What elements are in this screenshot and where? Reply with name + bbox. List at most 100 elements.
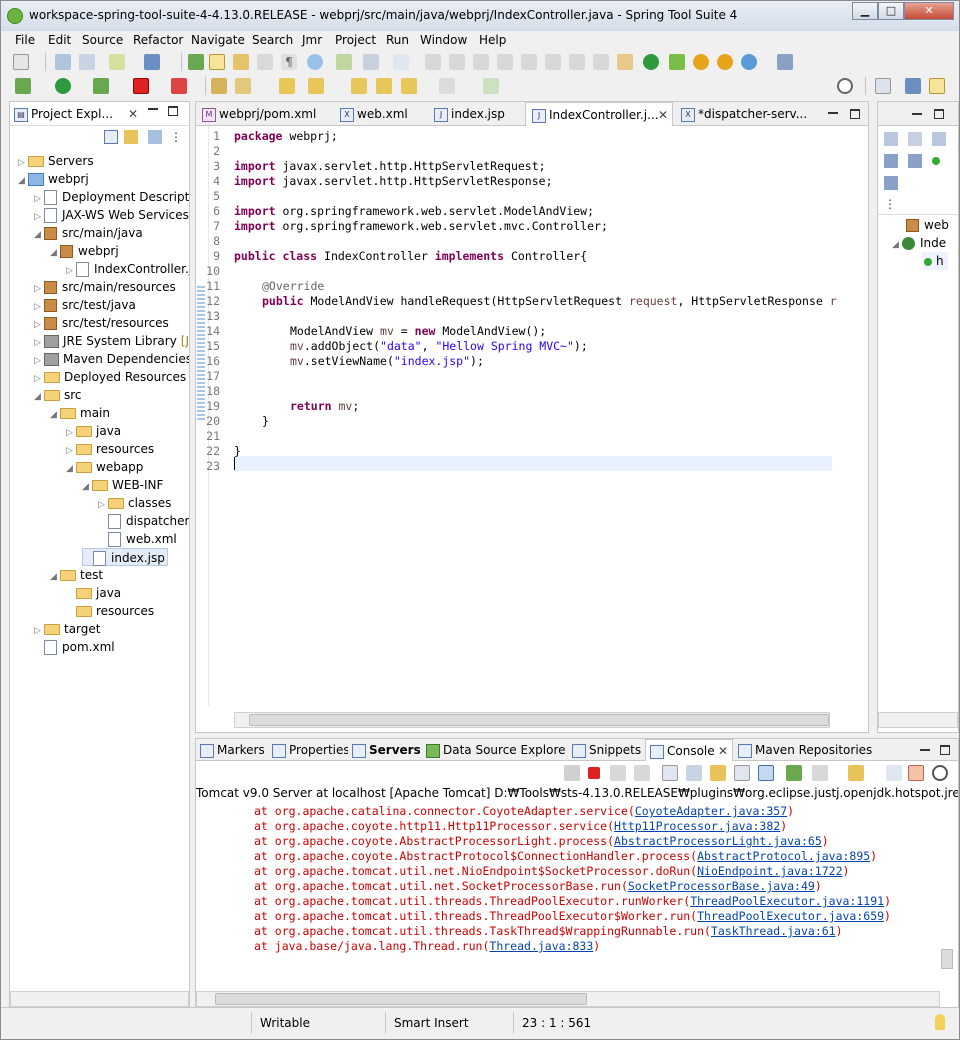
- tab-snippets[interactable]: Snippets: [572, 739, 642, 761]
- console-icon[interactable]: [363, 54, 379, 70]
- open-type-icon[interactable]: [211, 78, 227, 94]
- skip-breakpoints-icon[interactable]: [393, 54, 409, 70]
- console-hscrollbar[interactable]: [196, 991, 940, 1007]
- tab-index-controller[interactable]: J IndexController.j... ✕: [525, 102, 673, 126]
- next-annotation-icon[interactable]: [279, 78, 295, 94]
- maximize-icon[interactable]: [168, 106, 178, 116]
- tree-item[interactable]: index.jsp: [82, 548, 168, 566]
- tab-servers[interactable]: Servers: [352, 739, 420, 761]
- explorer-hscrollbar[interactable]: [10, 991, 189, 1007]
- network-icon[interactable]: [777, 54, 793, 70]
- stacktrace-link[interactable]: Http11Processor.java:382: [614, 819, 780, 833]
- stop-icon[interactable]: [133, 78, 149, 94]
- scroll-lock-icon[interactable]: [686, 765, 702, 781]
- link-editor-icon[interactable]: [124, 130, 138, 144]
- block-select-icon[interactable]: [257, 54, 273, 70]
- view-menu-icon[interactable]: ⋮: [170, 130, 182, 144]
- menu-project[interactable]: Project: [335, 33, 376, 47]
- tab-properties[interactable]: Properties: [272, 739, 348, 761]
- step-over-icon[interactable]: [545, 54, 561, 70]
- step-filter-icon[interactable]: [617, 54, 633, 70]
- menu-source[interactable]: Source: [82, 33, 123, 47]
- step-into-icon[interactable]: [521, 54, 537, 70]
- toggle-breadcrumb-icon[interactable]: [233, 54, 249, 70]
- stacktrace-link[interactable]: TaskThread.java:61: [711, 924, 836, 938]
- tree-item[interactable]: ◢ src/main/java: [34, 224, 143, 242]
- menu-window[interactable]: Window: [420, 33, 467, 47]
- maximize-icon[interactable]: [940, 745, 950, 755]
- tree-item[interactable]: ▷ src/test/resources: [34, 314, 169, 332]
- outline-item[interactable]: ◢ Inde: [892, 234, 946, 252]
- help-contents-icon[interactable]: [693, 54, 709, 70]
- suspend-icon[interactable]: [449, 54, 465, 70]
- hide-static-icon[interactable]: [932, 132, 946, 146]
- tree-item[interactable]: pom.xml: [34, 638, 115, 656]
- display-console-icon[interactable]: [812, 765, 828, 781]
- tree-item[interactable]: dispatcher-: [98, 512, 189, 530]
- tree-item[interactable]: ▷ IndexController.ja: [66, 260, 189, 278]
- link-editor-icon[interactable]: [884, 176, 898, 190]
- tab-dispatcher-servlet[interactable]: X *dispatcher-serv...: [675, 102, 815, 126]
- tree-item[interactable]: ▷ Deployment Descriptor: [34, 188, 189, 206]
- stacktrace-link[interactable]: SocketProcessorBase.java:49: [628, 879, 815, 893]
- settings-gear-icon[interactable]: [932, 765, 948, 781]
- outline-hscrollbar[interactable]: [878, 712, 958, 728]
- globe-icon[interactable]: [307, 54, 323, 70]
- new-icon[interactable]: [13, 54, 29, 70]
- hide-fields-icon[interactable]: [908, 132, 922, 146]
- tree-item[interactable]: ▷ java: [66, 422, 121, 440]
- minimize-console-icon[interactable]: [886, 765, 902, 781]
- search-task-icon[interactable]: [235, 78, 251, 94]
- menu-search[interactable]: Search: [252, 33, 293, 47]
- debug-run-icon[interactable]: [15, 78, 31, 94]
- remove-launch-icon[interactable]: [610, 765, 626, 781]
- menu-edit[interactable]: Edit: [48, 33, 71, 47]
- tree-item[interactable]: ▷ classes: [98, 494, 171, 512]
- tree-item[interactable]: ▷ target: [34, 620, 101, 638]
- tab-maven-repositories[interactable]: Maven Repositories: [738, 739, 878, 761]
- menu-jmr[interactable]: Jmr: [302, 33, 322, 47]
- menu-file[interactable]: File: [15, 33, 35, 47]
- tree-item[interactable]: ◢ webapp: [66, 458, 143, 476]
- expand-arrow-icon[interactable]: ◢: [50, 244, 60, 262]
- spring-icon[interactable]: [144, 54, 160, 70]
- tree-item[interactable]: ▷ resources: [66, 440, 154, 458]
- menu-run[interactable]: Run: [386, 33, 409, 47]
- hide-local-icon[interactable]: [908, 154, 922, 168]
- remove-all-icon[interactable]: [634, 765, 650, 781]
- scroll-thumb[interactable]: [215, 993, 587, 1005]
- outline-item[interactable]: web: [906, 216, 949, 234]
- tree-item[interactable]: ◢ test: [50, 566, 103, 584]
- show-stderr-icon[interactable]: [758, 765, 774, 781]
- menu-navigate[interactable]: Navigate: [191, 33, 245, 47]
- prev-annotation-icon[interactable]: [308, 78, 324, 94]
- disconnect-icon[interactable]: [497, 54, 513, 70]
- maximize-icon[interactable]: [934, 109, 944, 119]
- drop-to-frame-icon[interactable]: [593, 54, 609, 70]
- forward-icon[interactable]: [439, 78, 455, 94]
- help-search-icon[interactable]: [717, 54, 733, 70]
- code-editor[interactable]: 1 2 3 4 5 6 7 8 9 10 11 12 13 14 15 16 17 18 19 20 21 22 23 pa…: [196, 126, 868, 706]
- filter-icon[interactable]: [148, 130, 162, 144]
- tree-item[interactable]: ▷ src/main/resources: [34, 278, 176, 296]
- external-tools-icon[interactable]: [171, 78, 187, 94]
- maximize-icon[interactable]: [850, 109, 860, 119]
- close-tab-icon[interactable]: ✕: [128, 102, 138, 126]
- restart-icon[interactable]: [564, 765, 580, 781]
- back-to-icon[interactable]: [376, 78, 392, 94]
- search-icon[interactable]: [837, 78, 853, 94]
- coverage-icon[interactable]: [93, 78, 109, 94]
- pin-editor-icon[interactable]: [483, 78, 499, 94]
- tree-item[interactable]: ▷ Maven Dependencies: [34, 350, 189, 368]
- new-server-icon[interactable]: [109, 54, 125, 70]
- scroll-thumb[interactable]: [941, 949, 953, 969]
- console-vscrollbar[interactable]: [940, 801, 956, 989]
- minimize-icon[interactable]: [920, 749, 930, 751]
- back-icon[interactable]: [401, 78, 417, 94]
- step-return-icon[interactable]: [569, 54, 585, 70]
- show-whitespace-icon[interactable]: ¶: [281, 54, 297, 70]
- outline-item[interactable]: h: [922, 252, 948, 270]
- public-filter-icon[interactable]: [932, 157, 940, 165]
- stacktrace-link[interactable]: AbstractProcessorLight.java:65: [614, 834, 822, 848]
- save-icon[interactable]: [55, 54, 71, 70]
